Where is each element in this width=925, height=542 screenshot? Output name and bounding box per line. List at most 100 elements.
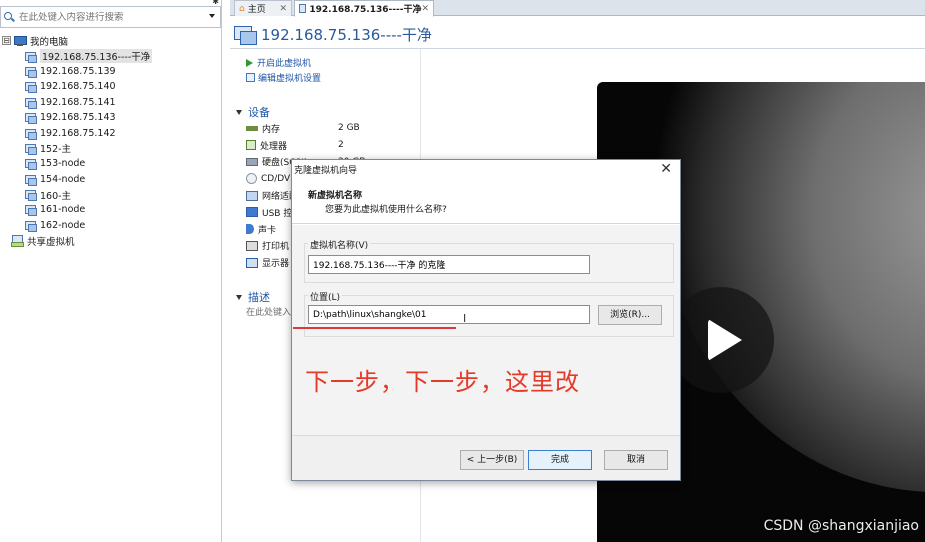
tree-item-label: 152-主 bbox=[40, 144, 72, 156]
disk-icon bbox=[246, 157, 258, 166]
home-icon: ⌂ bbox=[239, 3, 245, 14]
text-cursor-icon: I bbox=[463, 312, 467, 325]
location-label: 位置(L) bbox=[308, 290, 343, 303]
device-name: 打印机 bbox=[262, 242, 290, 253]
vm-icon bbox=[25, 189, 37, 202]
vm-tree: ⊟ 我的电脑 192.168.75.136----干净 192.168.75.13… bbox=[0, 33, 220, 248]
search-icon bbox=[3, 11, 15, 23]
tree-item-vm[interactable]: 160-主 bbox=[0, 187, 220, 202]
vm-title: 192.168.75.136----干净 bbox=[261, 25, 432, 44]
library-search[interactable] bbox=[0, 6, 221, 28]
close-icon[interactable]: ✕ bbox=[660, 161, 672, 177]
device-value: 2 bbox=[338, 140, 344, 151]
vm-name-input[interactable] bbox=[308, 255, 590, 274]
vm-icon bbox=[25, 204, 37, 217]
chevron-down-icon[interactable] bbox=[209, 14, 215, 18]
section-title: 描述 bbox=[248, 291, 270, 304]
tree-item-vm[interactable]: 152-主 bbox=[0, 141, 220, 156]
tree-item-label: 192.168.75.143 bbox=[40, 112, 116, 124]
vm-icon bbox=[25, 66, 37, 78]
dialog-footer: < 上一步(B) 完成 取消 bbox=[292, 435, 680, 480]
network-icon bbox=[246, 190, 258, 201]
tree-item-label: 162-node bbox=[40, 219, 86, 231]
tree-item-label: 154-node bbox=[40, 173, 86, 185]
tree-item-vm[interactable]: 192.168.75.140 bbox=[0, 79, 220, 94]
tree-item-vm[interactable]: 192.168.75.142 bbox=[0, 125, 220, 140]
edit-settings-link[interactable]: 编辑虚拟机设置 bbox=[246, 70, 321, 85]
vm-icon bbox=[25, 112, 37, 125]
vm-icon bbox=[25, 97, 37, 109]
dialog-body: 虚拟机名称(V) 位置(L) 浏览(R)... bbox=[292, 225, 680, 435]
devices-section-header[interactable]: 设备 bbox=[236, 104, 270, 120]
vm-icon bbox=[234, 24, 257, 45]
description-section-header[interactable]: 描述 bbox=[236, 289, 270, 305]
vm-icon bbox=[25, 128, 37, 140]
play-icon bbox=[708, 319, 742, 361]
tree-item-label: 153-node bbox=[40, 158, 86, 170]
edit-icon bbox=[246, 73, 255, 82]
device-name: 声卡 bbox=[258, 225, 277, 236]
tree-item-vm[interactable]: 154-node bbox=[0, 172, 220, 187]
vm-header: 192.168.75.136----干净 bbox=[234, 22, 432, 46]
device-row[interactable]: 处理器 2 bbox=[246, 137, 416, 154]
search-input[interactable] bbox=[19, 11, 204, 23]
tree-item-label: 192.168.75.141 bbox=[40, 96, 116, 108]
tab-label: 192.168.75.136----干净 bbox=[309, 5, 422, 15]
vm-icon bbox=[25, 81, 37, 94]
clone-vm-dialog: 克隆虚拟机向导 ✕ 新虚拟机名称 您要为此虚拟机使用什么名称? 虚拟机名称(V)… bbox=[291, 159, 681, 481]
collapse-icon bbox=[236, 294, 242, 300]
tree-item-label: 我的电脑 bbox=[30, 36, 69, 48]
annotation-text: 下一步，下一步，这里改 bbox=[305, 368, 580, 396]
tree-item-vm[interactable]: 192.168.75.136----干净 bbox=[0, 48, 220, 64]
watermark: CSDN @shangxianjiao bbox=[763, 518, 919, 534]
monitor-icon bbox=[246, 257, 258, 268]
vm-icon bbox=[25, 158, 37, 171]
vm-list: 192.168.75.136----干净 192.168.75.139 192.16… bbox=[0, 48, 220, 233]
tree-item-vm[interactable]: 161-node bbox=[0, 202, 220, 217]
browse-button[interactable]: 浏览(R)... bbox=[598, 305, 662, 325]
collapse-icon bbox=[236, 109, 242, 115]
memory-icon bbox=[246, 123, 258, 134]
annotation-underline bbox=[293, 327, 456, 329]
device-row[interactable]: 内存 2 GB bbox=[246, 120, 416, 137]
collapse-icon[interactable]: ⊟ bbox=[2, 36, 11, 46]
section-title: 设备 bbox=[248, 106, 270, 119]
tree-item-vm[interactable]: 162-node bbox=[0, 218, 220, 233]
tree-item-shared-vms[interactable]: 共享虚拟机 bbox=[0, 233, 220, 248]
close-icon[interactable]: ✕ bbox=[279, 4, 287, 14]
power-on-link[interactable]: 开启此虚拟机 bbox=[246, 55, 321, 70]
close-icon[interactable]: ✕ bbox=[421, 4, 429, 14]
tree-item-vm[interactable]: 153-node bbox=[0, 156, 220, 171]
tree-item-label: 192.168.75.136----干净 bbox=[40, 49, 153, 64]
location-input[interactable] bbox=[308, 305, 590, 324]
tree-item-label: 192.168.75.140 bbox=[40, 81, 116, 93]
cancel-button[interactable]: 取消 bbox=[604, 450, 668, 470]
vm-icon bbox=[25, 174, 37, 186]
library-panel: ✱ ⊟ 我的电脑 192.168.75.136----干净192.168.75.… bbox=[0, 0, 222, 542]
tab-vm[interactable]: 192.168.75.136----干净 ✕ bbox=[294, 0, 434, 17]
tree-item-my-computer[interactable]: ⊟ 我的电脑 bbox=[0, 33, 220, 48]
tab-bar: ⌂ 主页 ✕ 192.168.75.136----干净 ✕ bbox=[230, 0, 925, 17]
tree-item-label: 192.168.75.139 bbox=[40, 65, 116, 77]
usb-icon bbox=[246, 207, 258, 218]
tab-home[interactable]: ⌂ 主页 ✕ bbox=[234, 0, 292, 16]
tree-item-label: 共享虚拟机 bbox=[27, 236, 75, 248]
back-button[interactable]: < 上一步(B) bbox=[460, 450, 524, 470]
tree-item-label: 160-主 bbox=[40, 190, 72, 202]
vm-icon bbox=[299, 4, 307, 13]
dialog-title: 克隆虚拟机向导 bbox=[294, 166, 358, 176]
description-placeholder[interactable]: 在此处键入 bbox=[246, 305, 291, 318]
dialog-header-subtitle: 您要为此虚拟机使用什么名称? bbox=[325, 205, 447, 215]
vm-actions: 开启此虚拟机 编辑虚拟机设置 bbox=[246, 55, 321, 85]
printer-icon bbox=[246, 240, 258, 251]
finish-button[interactable]: 完成 bbox=[528, 450, 592, 470]
dialog-header: 新虚拟机名称 您要为此虚拟机使用什么名称? bbox=[292, 176, 680, 224]
tree-item-label: 161-node bbox=[40, 204, 86, 216]
sound-icon bbox=[246, 224, 254, 235]
shared-vm-icon bbox=[11, 235, 24, 248]
tree-item-vm[interactable]: 192.168.75.139 bbox=[0, 64, 220, 79]
tree-item-vm[interactable]: 192.168.75.141 bbox=[0, 95, 220, 110]
header-divider bbox=[230, 48, 925, 49]
tree-item-vm[interactable]: 192.168.75.143 bbox=[0, 110, 220, 125]
video-play-button[interactable] bbox=[668, 287, 774, 393]
